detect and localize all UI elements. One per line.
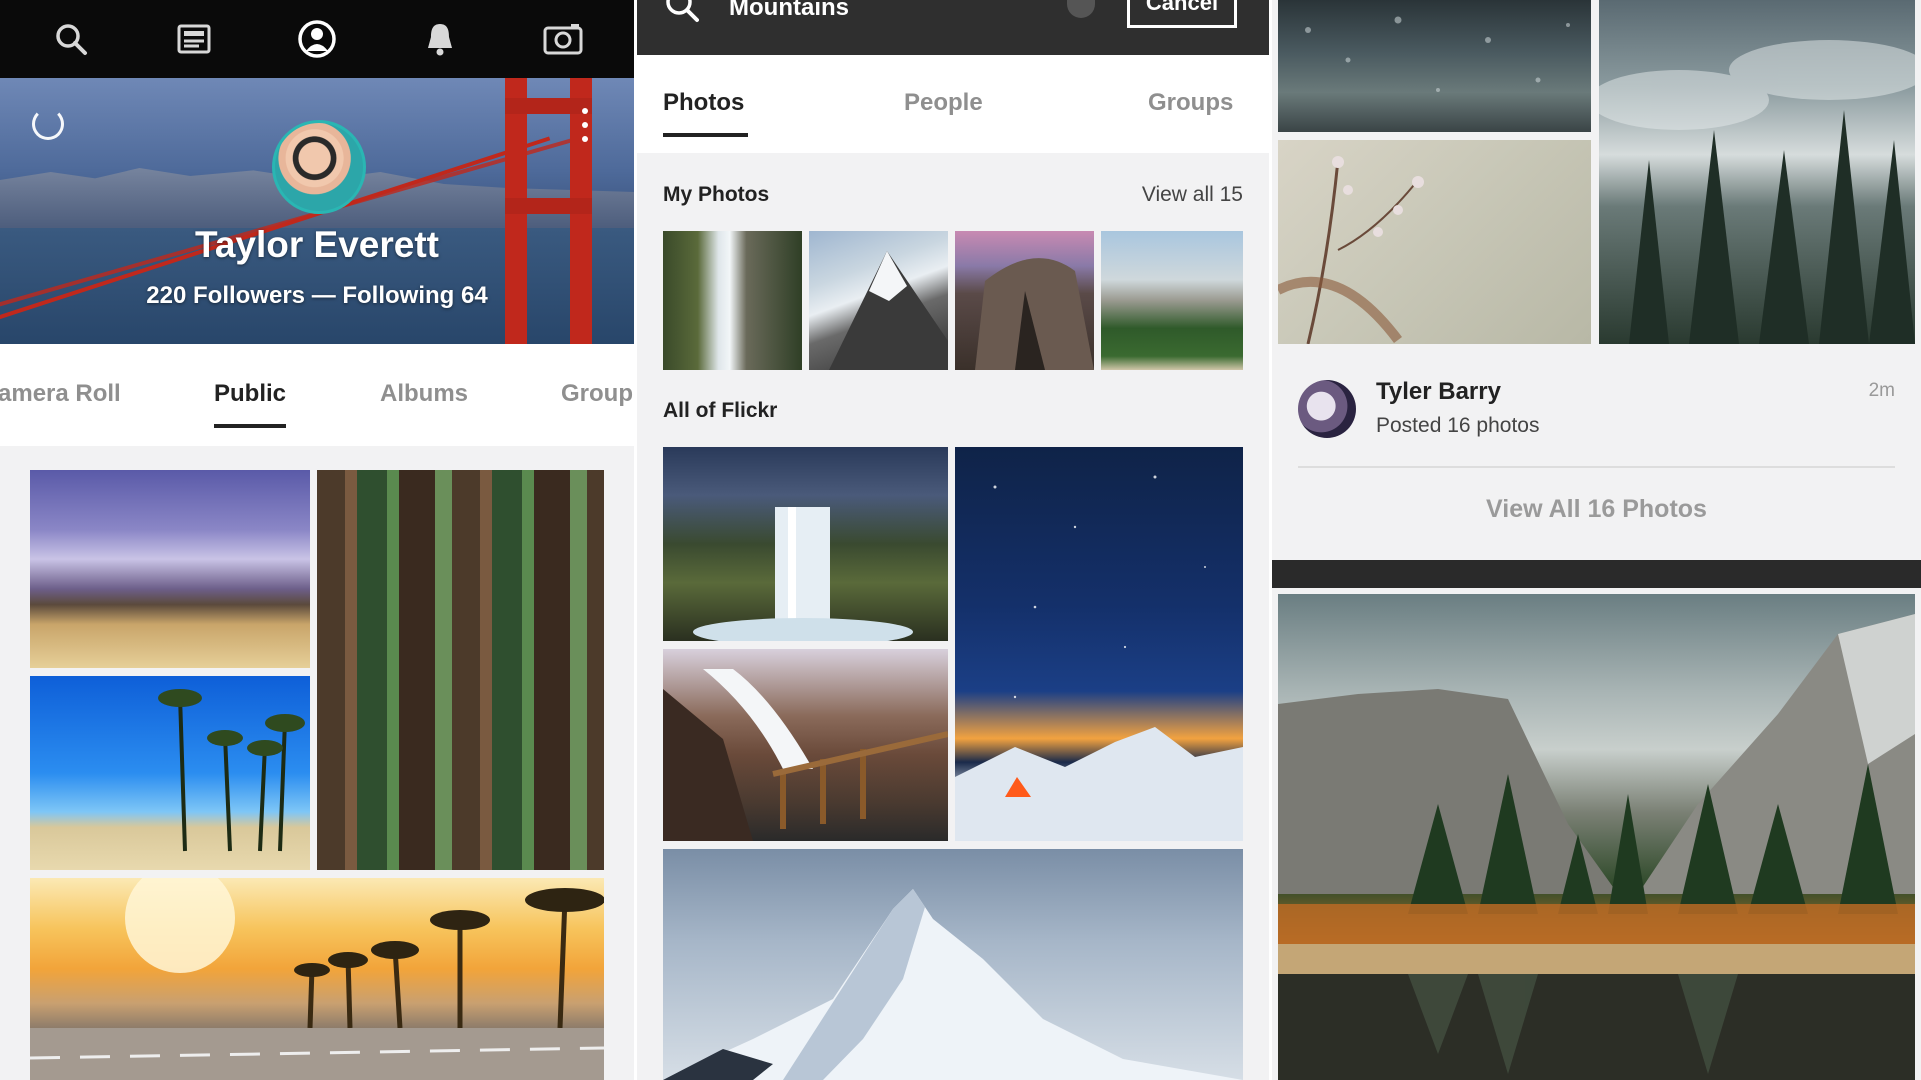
bridge-beam (505, 198, 592, 214)
post-separator-bar (1272, 560, 1921, 588)
photo-tile-purple-sky-road[interactable] (30, 470, 310, 668)
public-photo-grid (0, 446, 634, 1080)
flickr-photo-waterfall[interactable] (663, 447, 948, 641)
post-user-name[interactable]: Tyler Barry (1376, 378, 1501, 406)
profile-screen: Taylor Everett 220 Followers — Following… (0, 0, 634, 1080)
bridge-beam (505, 98, 592, 114)
profile-follow-stats[interactable]: 220 Followers — Following 64 (0, 282, 634, 310)
flickr-photo-night-tent[interactable] (955, 447, 1243, 841)
post-activity: Posted 16 photos (1376, 414, 1540, 437)
app-store-screenshot-collage: Taylor Everett 220 Followers — Following… (0, 0, 1921, 1080)
my-photo-half-dome[interactable] (955, 231, 1094, 370)
valley-graphic (1278, 614, 1915, 1080)
tab-people[interactable]: People (904, 89, 983, 117)
search-icon[interactable] (46, 14, 96, 64)
profile-cover: Taylor Everett 220 Followers — Following… (0, 78, 634, 344)
profile-tabs: amera Roll Public Albums Group (0, 344, 634, 446)
boardwalk-graphic (663, 669, 948, 841)
notifications-icon[interactable] (415, 14, 465, 64)
flickr-photo-waterfall-boardwalk[interactable] (663, 649, 948, 841)
search-results: My Photos View all 15 All of Flickr (637, 153, 1269, 1080)
feed-photo-rain-window[interactable] (1278, 0, 1591, 132)
cancel-button[interactable]: Cancel (1127, 0, 1237, 28)
search-icon (665, 0, 699, 29)
my-photo-matterhorn[interactable] (809, 231, 948, 370)
flickr-photo-snowy-peak[interactable] (663, 849, 1243, 1080)
view-all-my-photos-link[interactable]: View all 15 (1142, 183, 1243, 207)
refresh-spinner-icon[interactable] (32, 108, 64, 140)
feed-icon[interactable] (169, 14, 219, 64)
tab-albums[interactable]: Albums (380, 380, 468, 408)
raindrops-graphic (1305, 16, 1570, 92)
sunset-palms-graphic (30, 878, 604, 1080)
feed-photo-misty-forest[interactable] (1599, 0, 1915, 344)
pine-trees-graphic (1599, 40, 1915, 344)
view-all-photos-button[interactable]: View All 16 Photos (1272, 495, 1921, 524)
all-of-flickr-heading: All of Flickr (663, 399, 778, 422)
post-timestamp: 2m (1868, 380, 1895, 401)
profile-avatar[interactable] (272, 120, 366, 214)
search-bar: Mountains Cancel (637, 0, 1269, 55)
more-options-icon[interactable] (580, 108, 590, 142)
photo-tile-sunset-palm-road[interactable] (30, 878, 604, 1080)
tab-groups[interactable]: Groups (1148, 89, 1233, 117)
tab-groups[interactable]: Group (561, 380, 633, 408)
tab-photos[interactable]: Photos (663, 89, 749, 137)
tab-public[interactable]: Public (214, 380, 287, 428)
tab-camera-roll[interactable]: amera Roll (0, 380, 121, 408)
search-input[interactable]: Mountains (729, 0, 849, 22)
branch-graphic (1278, 156, 1424, 344)
night-sky-graphic (955, 475, 1243, 841)
profile-name: Taylor Everett (194, 224, 440, 265)
waterfall-graphic (693, 507, 913, 641)
user-avatar[interactable] (1298, 380, 1356, 438)
divider (1298, 466, 1895, 468)
dome-graphic (975, 258, 1094, 370)
feed-post-card: Tyler Barry Posted 16 photos 2m View All… (1272, 350, 1921, 560)
clear-search-icon[interactable] (1067, 0, 1095, 18)
peak-graphic (829, 251, 948, 370)
my-photos-heading: My Photos (663, 183, 770, 206)
camera-icon[interactable] (538, 14, 588, 64)
search-screen: Mountains Cancel Photos People Groups My… (637, 0, 1269, 1080)
snowy-peak-graphic (663, 889, 1243, 1080)
my-photo-yosemite-valley[interactable] (1101, 231, 1243, 370)
photo-tile-redwood-forest[interactable] (317, 470, 604, 870)
top-nav-bar (0, 0, 634, 78)
profile-icon[interactable] (292, 14, 342, 64)
feed-photo-yosemite-river[interactable] (1278, 594, 1915, 1080)
search-tabs: Photos People Groups (637, 55, 1269, 153)
my-photo-waterfall[interactable] (663, 231, 802, 370)
palm-trees-graphic (158, 689, 305, 852)
feed-screen: Tyler Barry Posted 16 photos 2m View All… (1272, 0, 1921, 1080)
photo-tile-palm-beach[interactable] (30, 676, 310, 870)
feed-photo-blossom-branch[interactable] (1278, 140, 1591, 344)
